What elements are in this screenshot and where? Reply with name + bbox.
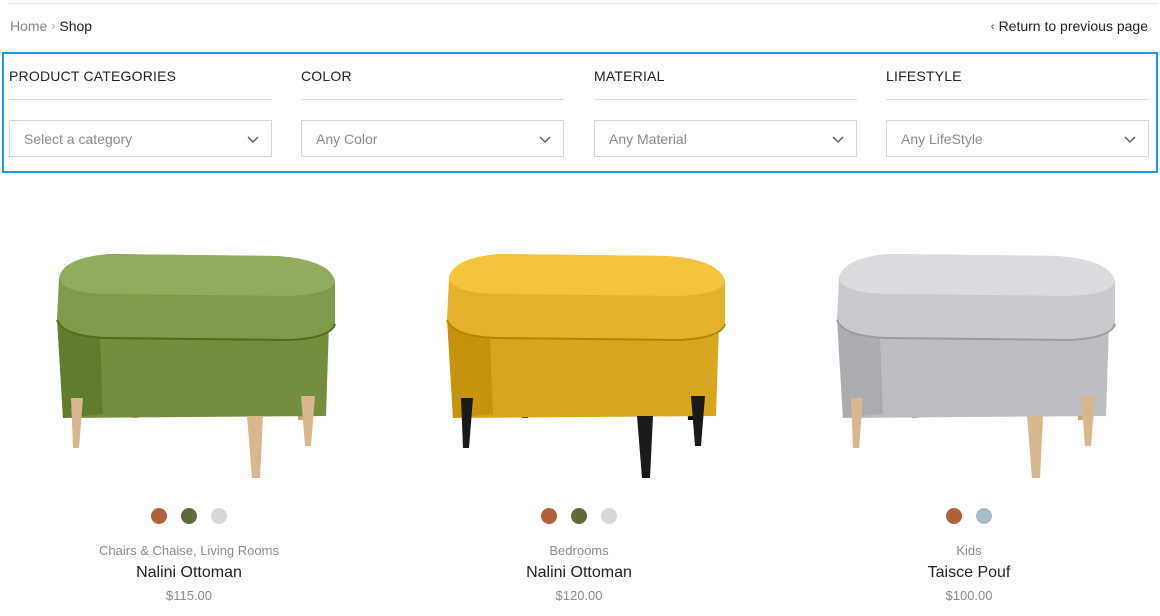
color-select[interactable]: Any Color <box>301 120 564 157</box>
product-category[interactable]: Kids <box>789 543 1149 558</box>
category-select[interactable]: Select a category <box>9 120 272 157</box>
ottoman-leg <box>247 416 263 478</box>
select-value: Any Material <box>609 130 687 147</box>
shop-page: Home › Shop ‹ Return to previous page PR… <box>0 0 1160 616</box>
filter-lifestyle: LIFESTYLE Any LifeStyle <box>886 68 1149 157</box>
ottoman-cushion-top <box>839 254 1115 296</box>
product-card: Kids Taisce Pouf $100.00 <box>789 220 1149 603</box>
color-swatch[interactable] <box>541 508 557 524</box>
chevron-left-icon: ‹ <box>990 19 995 33</box>
chevron-down-icon <box>247 136 259 143</box>
ottoman-leg <box>461 398 473 448</box>
ottoman-cushion-top <box>449 254 725 296</box>
product-price: $100.00 <box>945 588 993 603</box>
product-category[interactable]: Chairs & Chaise, Living Rooms <box>9 543 369 558</box>
filter-label: PRODUCT CATEGORIES <box>9 68 272 100</box>
chevron-down-icon <box>1124 136 1136 143</box>
ottoman-cushion-top <box>59 254 335 296</box>
ottoman-leg <box>71 398 83 448</box>
chevron-down-icon <box>832 136 844 143</box>
filter-bar: PRODUCT CATEGORIES Select a category COL… <box>2 52 1158 173</box>
ottoman-leg <box>301 396 315 446</box>
breadcrumb-chevron-icon: › <box>51 19 56 33</box>
chevron-down-icon <box>539 136 551 143</box>
color-swatch[interactable] <box>211 508 227 524</box>
product-category[interactable]: Bedrooms <box>399 543 759 558</box>
filter-label: MATERIAL <box>594 68 857 100</box>
top-divider <box>8 3 1158 4</box>
color-swatches <box>9 508 369 524</box>
return-link-label: Return to previous page <box>998 18 1148 34</box>
ottoman-leg <box>691 396 705 446</box>
return-to-previous-link[interactable]: ‹ Return to previous page <box>991 18 1148 34</box>
color-swatch[interactable] <box>181 508 197 524</box>
product-price: $120.00 <box>555 588 603 603</box>
product-image[interactable] <box>39 220 339 490</box>
filter-product-categories: PRODUCT CATEGORIES Select a category <box>9 68 272 157</box>
ottoman-leg <box>851 398 863 448</box>
product-name[interactable]: Taisce Pouf <box>789 564 1149 582</box>
product-name[interactable]: Nalini Ottoman <box>399 564 759 582</box>
filter-label: LIFESTYLE <box>886 68 1149 100</box>
color-swatch[interactable] <box>601 508 617 524</box>
select-value: Select a category <box>24 130 133 147</box>
ottoman-leg <box>1081 396 1095 446</box>
ottoman-leg <box>1027 416 1043 478</box>
select-value: Any Color <box>316 130 378 147</box>
color-swatch[interactable] <box>976 508 992 524</box>
breadcrumb: Home › Shop <box>10 18 92 34</box>
ottoman-leg <box>637 416 653 478</box>
color-swatch[interactable] <box>151 508 167 524</box>
lifestyle-select[interactable]: Any LifeStyle <box>886 120 1149 157</box>
breadcrumb-home-link[interactable]: Home <box>10 18 47 34</box>
product-card: Bedrooms Nalini Ottoman $120.00 <box>399 220 759 603</box>
color-swatches <box>789 508 1149 524</box>
product-image[interactable] <box>429 220 729 490</box>
product-image[interactable] <box>819 220 1119 490</box>
product-card: Chairs & Chaise, Living Rooms Nalini Ott… <box>9 220 369 603</box>
breadcrumb-current: Shop <box>59 18 93 34</box>
filter-color: COLOR Any Color <box>301 68 564 157</box>
color-swatches <box>399 508 759 524</box>
select-value: Any LifeStyle <box>901 130 983 147</box>
filter-label: COLOR <box>301 68 564 100</box>
filter-material: MATERIAL Any Material <box>594 68 857 157</box>
material-select[interactable]: Any Material <box>594 120 857 157</box>
product-name[interactable]: Nalini Ottoman <box>9 564 369 582</box>
color-swatch[interactable] <box>571 508 587 524</box>
color-swatch[interactable] <box>946 508 962 524</box>
product-price: $115.00 <box>165 588 213 603</box>
